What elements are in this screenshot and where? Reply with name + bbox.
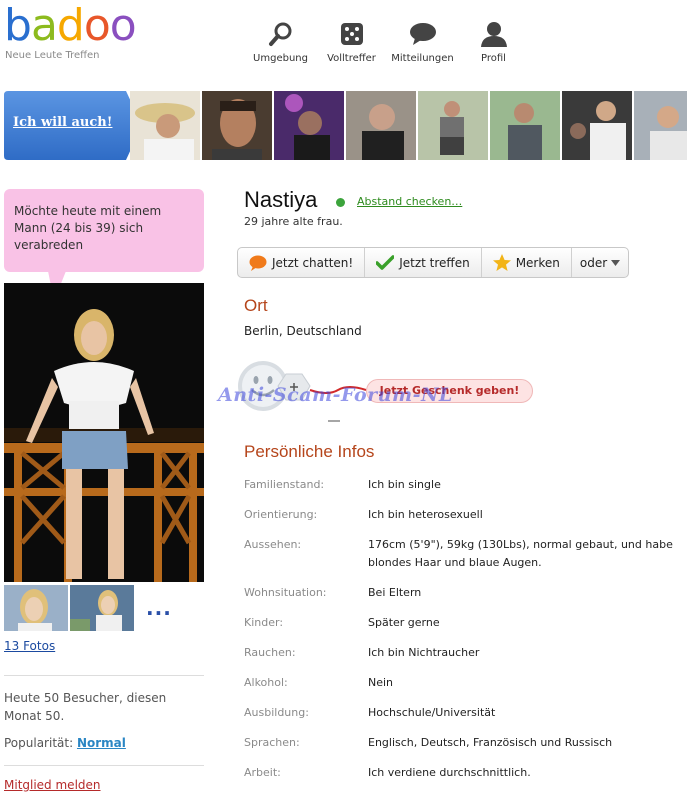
member-thumbnails bbox=[130, 91, 687, 160]
member-thumb[interactable] bbox=[346, 91, 416, 160]
online-status-indicator bbox=[336, 198, 345, 207]
promo-strip: Ich will auch! bbox=[4, 91, 687, 160]
personal-info-table: Familienstand: Ich bin single Orientieru… bbox=[244, 476, 674, 784]
dice-icon bbox=[338, 20, 366, 48]
watermark-text: Anti-Scam-Forum-NL bbox=[218, 384, 453, 406]
info-label: Alkohol: bbox=[244, 676, 288, 689]
ich-will-auch-button[interactable]: Ich will auch! bbox=[4, 91, 142, 160]
chat-bubble-icon bbox=[249, 255, 267, 271]
info-value: Ich verdiene durchschnittlich. bbox=[368, 766, 531, 779]
info-value: Ich bin single bbox=[368, 478, 441, 491]
photo-thumb[interactable] bbox=[70, 585, 134, 631]
info-row: Arbeit: Ich verdiene durchschnittlich. bbox=[244, 764, 674, 784]
badoo-logo[interactable]: badoo Neue Leute Treffen bbox=[4, 4, 164, 64]
photo-thumbnails: ... bbox=[4, 585, 172, 631]
more-photos-button[interactable]: ... bbox=[146, 596, 172, 620]
meet-now-label: Jetzt treffen bbox=[399, 255, 470, 270]
nav-mitteilungen[interactable]: Mitteilungen bbox=[387, 20, 458, 64]
info-label: Wohnsituation: bbox=[244, 586, 327, 599]
popularity: Popularität: Normal bbox=[4, 736, 126, 750]
age-gender: 29 jahre alte frau. bbox=[244, 215, 343, 228]
info-row: Alkohol: Nein bbox=[244, 674, 674, 704]
bookmark-button[interactable]: Merken bbox=[482, 248, 572, 277]
nav-volltreffer[interactable]: Volltreffer bbox=[316, 20, 387, 64]
checkmark-icon bbox=[376, 254, 395, 271]
member-thumb[interactable] bbox=[490, 91, 560, 160]
popularity-label: Popularität: bbox=[4, 736, 74, 750]
info-row: Ausbildung: Hochschule/Universität bbox=[244, 704, 674, 734]
member-thumb[interactable] bbox=[130, 91, 200, 160]
info-row: Rauchen: Ich bin Nichtraucher bbox=[244, 644, 674, 674]
info-label: Arbeit: bbox=[244, 766, 281, 779]
info-value: Hochschule/Universität bbox=[368, 706, 496, 719]
info-label: Aussehen: bbox=[244, 538, 302, 551]
member-thumb[interactable] bbox=[634, 91, 687, 160]
info-label: Sprachen: bbox=[244, 736, 300, 749]
profile-name: Nastiya bbox=[244, 187, 318, 212]
location-heading: Ort bbox=[244, 296, 268, 315]
nav-volltreffer-label: Volltreffer bbox=[327, 53, 376, 64]
gift-section: Jetzt Geschenk geben! Anti-Scam-Forum-NL bbox=[218, 360, 548, 430]
member-thumb[interactable] bbox=[562, 91, 632, 160]
nav-profil-label: Profil bbox=[481, 53, 506, 64]
info-label: Ausbildung: bbox=[244, 706, 309, 719]
info-row: Orientierung: Ich bin heterosexuell bbox=[244, 506, 674, 536]
nav-profil[interactable]: Profil bbox=[458, 20, 529, 64]
info-label: Familienstand: bbox=[244, 478, 325, 491]
info-row: Kinder: Später gerne bbox=[244, 614, 674, 644]
search-icon bbox=[267, 20, 295, 48]
chat-now-label: Jetzt chatten! bbox=[272, 255, 354, 270]
photo-thumb[interactable] bbox=[4, 585, 68, 631]
profile-main-photo[interactable] bbox=[4, 283, 204, 582]
info-value: Ich bin heterosexuell bbox=[368, 508, 483, 521]
ich-will-auch-label: Ich will auch! bbox=[13, 115, 113, 130]
visitor-stats: Heute 50 Besucher, diesen Monat 50. bbox=[4, 691, 167, 723]
nav-umgebung-label: Umgebung bbox=[253, 53, 308, 64]
info-row: Wohnsituation: Bei Eltern bbox=[244, 584, 674, 614]
meet-now-button[interactable]: Jetzt treffen bbox=[365, 248, 482, 277]
info-row: Sprachen: Englisch, Deutsch, Französisch… bbox=[244, 734, 674, 764]
info-value: Ich bin Nichtraucher bbox=[368, 646, 480, 659]
bookmark-label: Merken bbox=[515, 255, 560, 270]
member-thumb[interactable] bbox=[418, 91, 488, 160]
info-value: 176cm (5'9"), 59kg (130Lbs), normal geba… bbox=[368, 538, 673, 569]
more-options-label: oder bbox=[579, 255, 608, 270]
info-label: Orientierung: bbox=[244, 508, 318, 521]
member-thumb[interactable] bbox=[202, 91, 272, 160]
logo-wordmark: badoo bbox=[4, 0, 137, 51]
logo-tagline: Neue Leute Treffen bbox=[5, 50, 100, 61]
speech-bubble-icon bbox=[409, 20, 437, 48]
info-label: Kinder: bbox=[244, 616, 284, 629]
chevron-down-icon bbox=[611, 259, 621, 266]
info-value: Später gerne bbox=[368, 616, 440, 629]
divider bbox=[4, 765, 204, 766]
status-bubble: Möchte heute mit einem Mann (24 bis 39) … bbox=[4, 189, 204, 272]
info-value: Bei Eltern bbox=[368, 586, 422, 599]
info-label: Rauchen: bbox=[244, 646, 296, 659]
check-distance-link[interactable]: Abstand checken… bbox=[357, 195, 462, 208]
star-icon bbox=[492, 254, 511, 271]
report-member-link[interactable]: Mitglied melden bbox=[4, 778, 101, 792]
info-row: Aussehen: 176cm (5'9"), 59kg (130Lbs), n… bbox=[244, 536, 674, 584]
person-icon bbox=[480, 20, 508, 48]
nav-mitteilungen-label: Mitteilungen bbox=[391, 53, 454, 64]
profile-action-bar: Jetzt chatten! Jetzt treffen Merken oder bbox=[237, 247, 630, 278]
popularity-value-link[interactable]: Normal bbox=[77, 736, 126, 750]
top-navigation: Umgebung Volltreffer Mitteilungen Profil bbox=[245, 20, 529, 64]
location-value: Berlin, Deutschland bbox=[244, 324, 362, 338]
chat-now-button[interactable]: Jetzt chatten! bbox=[238, 248, 366, 277]
divider bbox=[4, 675, 204, 676]
info-value: Englisch, Deutsch, Französisch und Russi… bbox=[368, 736, 613, 749]
more-options-dropdown[interactable]: oder bbox=[572, 248, 628, 277]
member-thumb[interactable] bbox=[274, 91, 344, 160]
photos-count-link[interactable]: 13 Fotos bbox=[4, 639, 55, 653]
personal-info-heading: Persönliche Infos bbox=[244, 442, 375, 461]
info-value: Nein bbox=[368, 676, 394, 689]
nav-umgebung[interactable]: Umgebung bbox=[245, 20, 316, 64]
info-row: Familienstand: Ich bin single bbox=[244, 476, 674, 506]
